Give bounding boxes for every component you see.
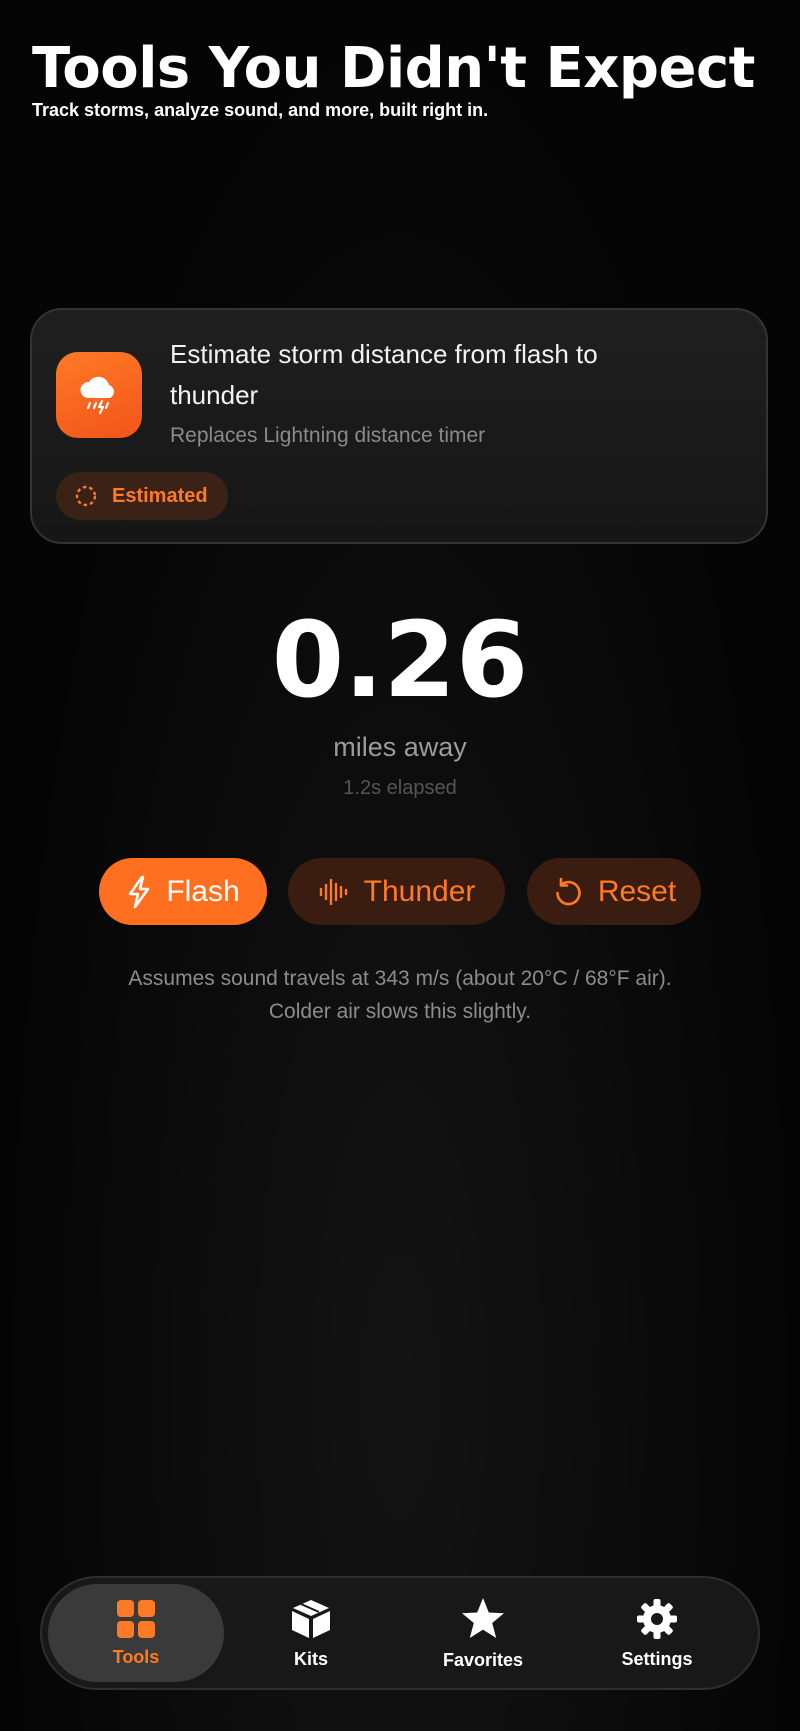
tab-bar: Tools Kits Favorites Settings bbox=[40, 1576, 760, 1690]
distance-value: 0.26 bbox=[271, 599, 529, 721]
distance-unit: miles away bbox=[333, 732, 467, 762]
speed-of-sound-note: Assumes sound travels at 343 m/s (about … bbox=[0, 962, 800, 1028]
reset-button-label: Reset bbox=[597, 874, 677, 908]
tab-tools[interactable]: Tools bbox=[48, 1584, 224, 1682]
waveform-icon bbox=[319, 878, 347, 905]
grid-icon bbox=[117, 1599, 155, 1638]
thunder-button[interactable]: Thunder bbox=[288, 858, 505, 925]
box-icon bbox=[292, 1599, 330, 1638]
tool-card[interactable]: Estimate storm distance from flash to th… bbox=[30, 308, 768, 544]
tool-card-replaces: Replaces Lightning distance timer bbox=[170, 424, 486, 447]
gear-icon bbox=[637, 1598, 677, 1639]
tab-kits-label: Kits bbox=[293, 1648, 328, 1669]
tab-settings-label: Settings bbox=[621, 1648, 693, 1669]
tab-tools-label: Tools bbox=[112, 1646, 160, 1667]
page-title: Tools You Didn't Expect bbox=[32, 36, 755, 101]
storm-cloud-icon bbox=[56, 352, 142, 438]
flash-button-label: Flash bbox=[166, 874, 240, 908]
tab-favorites[interactable]: Favorites bbox=[395, 1584, 571, 1682]
note-line-2: Colder air slows this slightly. bbox=[268, 1000, 532, 1023]
elapsed-time: 1.2s elapsed bbox=[343, 777, 457, 799]
tab-favorites-label: Favorites bbox=[442, 1649, 524, 1670]
reset-arrow-icon bbox=[556, 877, 581, 905]
lightning-bolt-icon bbox=[129, 875, 150, 908]
thunder-button-label: Thunder bbox=[363, 874, 476, 908]
estimated-badge: Estimated bbox=[56, 472, 228, 520]
note-line-1: Assumes sound travels at 343 m/s (about … bbox=[128, 967, 672, 990]
page-subtitle: Track storms, analyze sound, and more, b… bbox=[32, 100, 489, 120]
tool-card-title: Estimate storm distance from flash to th… bbox=[170, 339, 598, 410]
tab-kits[interactable]: Kits bbox=[223, 1584, 399, 1682]
badge-label: Estimated bbox=[112, 484, 208, 507]
star-icon bbox=[462, 1597, 504, 1638]
tab-settings[interactable]: Settings bbox=[569, 1584, 745, 1682]
reset-button[interactable]: Reset bbox=[527, 858, 701, 925]
flash-button[interactable]: Flash bbox=[99, 858, 267, 925]
dashed-circle-icon bbox=[75, 485, 97, 507]
